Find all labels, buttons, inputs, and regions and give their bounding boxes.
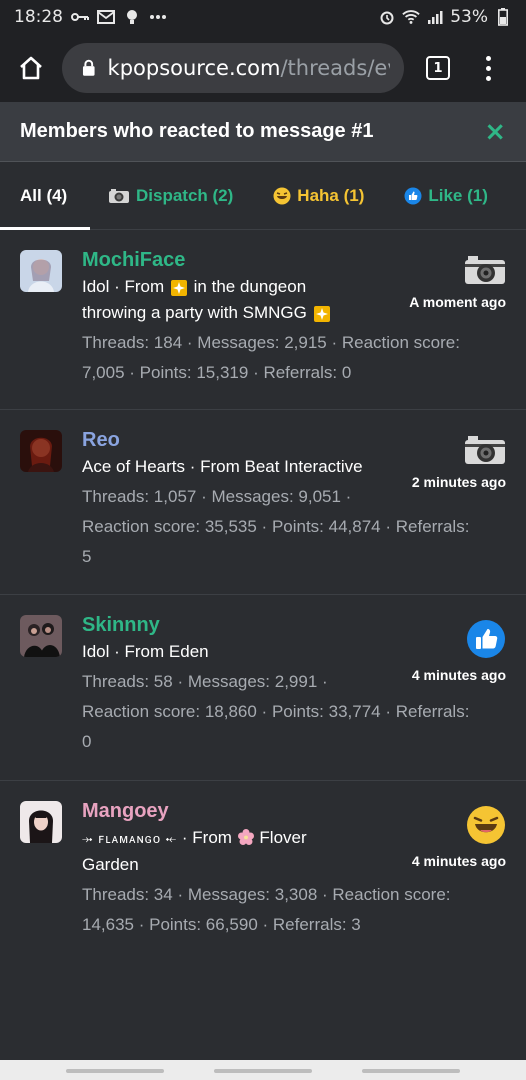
haha-reaction-icon <box>466 805 506 849</box>
mail-icon <box>97 8 115 26</box>
member-stats-line: Reaction score: 35,535 · Points: 44,874 … <box>82 517 470 536</box>
url-domain: kpopsource.com <box>107 56 281 80</box>
reaction-time: 4 minutes ago <box>411 667 506 683</box>
member-stats-line: Reaction score: 18,860 · Points: 33,774 … <box>82 702 470 721</box>
wifi-icon <box>402 8 420 26</box>
tab-like[interactable]: Like (1) <box>404 162 488 230</box>
sparkle-icon <box>170 280 187 296</box>
member-location-text: Flover <box>259 828 307 847</box>
tab-dispatch[interactable]: Dispatch (2) <box>108 162 233 230</box>
bottom-tab-indicator[interactable] <box>214 1069 312 1073</box>
tab-switcher-button[interactable]: 1 <box>426 56 450 80</box>
more-dots-icon <box>149 8 167 26</box>
member-title: Idol · From in the dungeon throwing a pa… <box>82 274 460 326</box>
member-stats-line: Threads: 184 · Messages: 2,915 · Reactio… <box>82 333 460 352</box>
haha-icon <box>273 187 291 205</box>
reaction-tabs: All (4) Dispatch (2) Haha (1) Like (1) <box>0 162 526 230</box>
member-stats-line: Threads: 1,057 · Messages: 9,051 · <box>82 487 352 506</box>
battery-percent: 53% <box>450 7 488 27</box>
member-title-text: Idol · From <box>82 277 165 296</box>
tab-haha[interactable]: Haha (1) <box>273 162 364 230</box>
tab-haha-label: Haha (1) <box>297 185 365 205</box>
overlay-title: Members who reacted to message #1 <box>20 120 374 142</box>
member-name[interactable]: Mangoey <box>82 799 451 823</box>
bulb-icon <box>123 8 141 26</box>
reaction-time: A moment ago <box>409 294 506 310</box>
url-text: kpopsource.com/threads/ev <box>108 56 390 80</box>
member-stats-line: 0 <box>82 732 92 751</box>
reaction-time: 2 minutes ago <box>411 474 506 490</box>
tab-all-label: All (4) <box>20 185 68 205</box>
lock-icon <box>82 59 95 76</box>
sparkle-icon <box>313 306 330 322</box>
clock: 18:28 <box>14 7 63 27</box>
member-location-text: Garden <box>82 855 139 874</box>
avatar[interactable] <box>20 615 62 657</box>
avatar[interactable] <box>20 801 62 843</box>
alarm-icon <box>378 8 396 26</box>
thumbs-up-icon <box>404 187 422 205</box>
bottom-tab-indicator[interactable] <box>362 1069 460 1073</box>
member-location-text: · From <box>181 828 232 847</box>
member-row-mangoey: Mangoey ⤞ ꜰʟᴀᴍᴀɴɢᴏ ⤝ · From Flover Garde… <box>0 781 526 1060</box>
camera-reaction-icon <box>464 254 506 290</box>
member-stats-line: 7,005 · Points: 15,319 · Referrals: 0 <box>82 363 352 382</box>
signal-icon <box>426 8 444 26</box>
tab-like-label: Like (1) <box>428 185 488 205</box>
url-path: /threads/ev <box>280 56 390 80</box>
like-reaction-icon <box>466 619 506 663</box>
browser-menu-button[interactable] <box>478 55 498 81</box>
member-stats-line: 5 <box>82 547 92 566</box>
member-title-text: ⤞ ꜰʟᴀᴍᴀɴɢᴏ ⤝ <box>82 831 178 846</box>
member-stats: Threads: 34 · Messages: 3,308 · Reaction… <box>82 880 451 940</box>
avatar[interactable] <box>20 430 62 472</box>
member-location-text: in the dungeon <box>193 277 307 296</box>
member-stats-line: 14,635 · Points: 66,590 · Referrals: 3 <box>82 915 361 934</box>
camera-reaction-icon <box>464 434 506 470</box>
member-title: ⤞ ꜰʟᴀᴍᴀɴɢᴏ ⤝ · From Flover Garden <box>82 825 451 878</box>
tab-dispatch-label: Dispatch (2) <box>136 185 234 205</box>
member-row-skinnny: Skinnny Idol · From Eden Threads: 58 · M… <box>0 595 526 781</box>
tab-all[interactable]: All (4) <box>0 162 90 230</box>
close-icon[interactable]: × <box>484 119 506 145</box>
address-bar[interactable]: kpopsource.com/threads/ev <box>62 43 404 93</box>
home-icon <box>20 56 42 80</box>
member-stats-line: Threads: 58 · Messages: 2,991 · <box>82 672 328 691</box>
flower-icon <box>237 828 255 847</box>
member-row-reo: Reo Ace of Hearts · From Beat Interactiv… <box>0 410 526 595</box>
bottom-tab-indicator[interactable] <box>66 1069 164 1073</box>
member-stats: Threads: 184 · Messages: 2,915 · Reactio… <box>82 328 460 388</box>
member-name[interactable]: MochiFace <box>82 248 460 272</box>
member-row-mochiface: MochiFace Idol · From in the dungeon thr… <box>0 230 526 410</box>
browser-toolbar: kpopsource.com/threads/ev 1 <box>0 34 526 102</box>
overlay-header: Members who reacted to message #1 × <box>0 102 526 162</box>
camera-icon <box>108 188 130 204</box>
status-bar: 18:28 53% <box>0 0 526 34</box>
home-button[interactable] <box>0 34 62 102</box>
member-stats: Threads: 1,057 · Messages: 9,051 · React… <box>82 482 469 572</box>
member-stats-line: Threads: 34 · Messages: 3,308 · Reaction… <box>82 885 451 904</box>
key-icon <box>71 8 89 26</box>
avatar[interactable] <box>20 250 62 292</box>
battery-icon <box>494 8 512 26</box>
reaction-time: 4 minutes ago <box>411 853 506 869</box>
member-location-text: throwing a party with SMNGG <box>82 303 307 322</box>
